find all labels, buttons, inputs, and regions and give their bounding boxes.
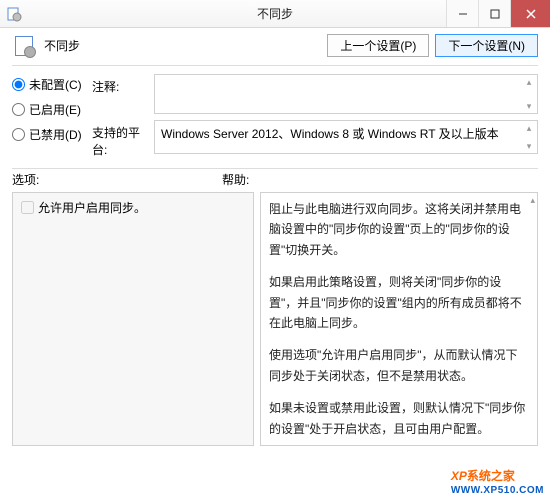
radio-enabled[interactable]: 已启用(E)	[12, 101, 92, 118]
comment-label: 注释:	[92, 74, 154, 114]
close-button[interactable]	[510, 0, 550, 27]
radio-unconfigured-label: 未配置(C)	[29, 76, 82, 93]
chevron-up-icon[interactable]: ▴	[521, 121, 537, 135]
radio-disabled[interactable]: 已禁用(D)	[12, 126, 92, 143]
chevron-down-icon[interactable]: ▾	[521, 99, 537, 113]
help-pane: ▴ 阻止与此电脑进行双向同步。这将关闭并禁用电脑设置中的"同步你的设置"页上的"…	[260, 192, 538, 446]
chevron-up-icon[interactable]: ▴	[521, 75, 537, 89]
comment-field[interactable]: ▴▾	[154, 74, 538, 114]
prev-setting-button[interactable]: 上一个设置(P)	[327, 34, 429, 57]
options-pane: 允许用户启用同步。	[12, 192, 254, 446]
platform-value: Windows Server 2012、Windows 8 或 Windows …	[161, 127, 499, 141]
options-heading: 选项:	[12, 171, 222, 188]
watermark: XP系统之家 WWW.XP510.COM	[451, 464, 544, 496]
radio-disabled-input[interactable]	[12, 128, 25, 141]
radio-enabled-label: 已启用(E)	[29, 101, 81, 118]
app-icon	[6, 6, 22, 22]
help-paragraph: 如果启用此策略设置，则将关闭"同步你的设置"，并且"同步你的设置"组内的所有成员…	[269, 272, 529, 333]
platform-field: Windows Server 2012、Windows 8 或 Windows …	[154, 120, 538, 154]
help-paragraph: 使用选项"允许用户启用同步"，从而默认情况下同步处于关闭状态，但不是禁用状态。	[269, 345, 529, 386]
allow-user-sync-checkbox[interactable]	[21, 201, 34, 214]
allow-user-sync-option[interactable]: 允许用户启用同步。	[21, 199, 245, 216]
chevron-down-icon[interactable]: ▾	[521, 139, 537, 153]
allow-user-sync-label: 允许用户启用同步。	[38, 199, 146, 216]
help-paragraph: 如果未设置或禁用此设置，则默认情况下"同步你的设置"处于开启状态，且可由用户配置…	[269, 398, 529, 439]
maximize-button[interactable]	[478, 0, 510, 27]
radio-unconfigured-input[interactable]	[12, 78, 25, 91]
help-heading: 帮助:	[222, 171, 249, 188]
window-title: 不同步	[257, 5, 293, 22]
policy-icon	[12, 36, 36, 56]
next-setting-button[interactable]: 下一个设置(N)	[435, 34, 538, 57]
page-title: 不同步	[44, 37, 80, 54]
minimize-button[interactable]	[446, 0, 478, 27]
platform-label: 支持的平台:	[92, 120, 154, 158]
radio-unconfigured[interactable]: 未配置(C)	[12, 76, 92, 93]
radio-disabled-label: 已禁用(D)	[29, 126, 82, 143]
chevron-up-icon[interactable]: ▴	[528, 193, 537, 208]
help-paragraph: 阻止与此电脑进行双向同步。这将关闭并禁用电脑设置中的"同步你的设置"页上的"同步…	[269, 199, 529, 260]
radio-enabled-input[interactable]	[12, 103, 25, 116]
